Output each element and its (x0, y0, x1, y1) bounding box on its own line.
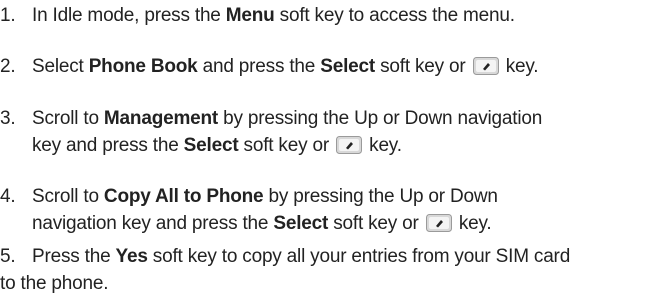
text-run: soft key to access the menu. (274, 5, 515, 26)
bold-term: Menu (225, 5, 275, 26)
step-number: 5. (0, 246, 16, 267)
bold-term: Management (103, 108, 219, 129)
ok-key-icon (472, 57, 499, 75)
bold-term: Select (320, 56, 376, 77)
step-line: Select Phone Book and press the Select s… (32, 53, 652, 80)
step-number: 2. (0, 56, 16, 77)
text-run: soft key or (375, 56, 471, 77)
text-run: key. (500, 56, 539, 77)
text-run: by pressing the Up or Down navigation (218, 108, 543, 129)
step-text: Scroll to Management by pressing the Up … (32, 105, 652, 159)
text-run: by pressing the Up or Down (263, 186, 498, 207)
bold-term: Select (273, 213, 329, 234)
ok-key-icon (336, 136, 363, 154)
step-line: In Idle mode, press the Menu soft key to… (32, 2, 652, 29)
step-line: key and press the Select soft key or key… (32, 132, 652, 159)
text-run: soft key or (238, 135, 335, 156)
text-run: Press the (32, 246, 116, 267)
step-number: 4. (0, 186, 16, 207)
text-run: soft key or (328, 213, 424, 234)
bold-term: Copy All to Phone (103, 186, 264, 207)
bold-term: Yes (115, 246, 148, 267)
bold-term: Phone Book (88, 56, 198, 77)
step-text: Select Phone Book and press the Select s… (32, 53, 652, 80)
text-run: key. (453, 213, 492, 234)
step-number: 3. (0, 108, 16, 129)
step-line: Press the Yes soft key to copy all your … (32, 243, 652, 270)
text-run: soft key to copy all your entries from y… (147, 246, 571, 267)
step-text: In Idle mode, press the Menu soft key to… (32, 2, 652, 29)
text-run: In Idle mode, press the (32, 5, 226, 26)
ok-key-icon (425, 214, 452, 232)
text-run: navigation key and press the (32, 213, 274, 234)
text-run: and press the (197, 56, 321, 77)
step-text: Press the Yes soft key to copy all your … (0, 243, 652, 297)
text-run: Scroll to (32, 108, 104, 129)
step-number: 1. (0, 5, 16, 26)
text-run: key and press the (32, 135, 184, 156)
text-run: Select (32, 56, 89, 77)
text-run: Scroll to (32, 186, 104, 207)
step-line: to the phone. (0, 270, 652, 297)
bold-term: Select (183, 135, 239, 156)
text-run: key. (364, 135, 402, 156)
step-text: Scroll to Copy All to Phone by pressing … (32, 183, 652, 237)
step-line: Scroll to Copy All to Phone by pressing … (32, 183, 652, 210)
step-line: navigation key and press the Select soft… (32, 210, 652, 237)
text-run: to the phone. (0, 273, 109, 294)
step-line: Scroll to Management by pressing the Up … (32, 105, 652, 132)
